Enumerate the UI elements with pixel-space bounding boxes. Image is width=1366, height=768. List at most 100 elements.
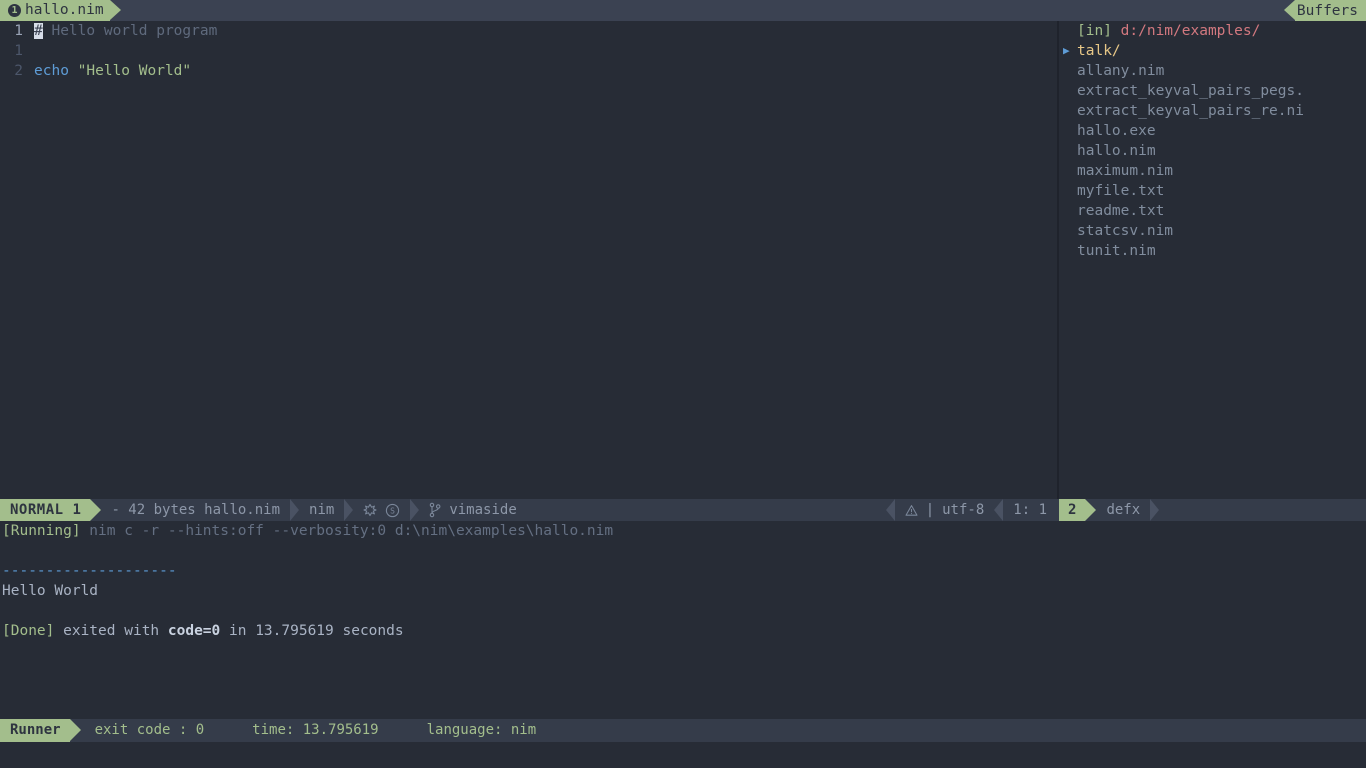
line-number: 1 bbox=[14, 23, 23, 39]
expand-arrow-icon[interactable]: ▶ bbox=[1059, 41, 1077, 61]
git-diff-icon[interactable] bbox=[363, 503, 377, 517]
status-chevron-icon bbox=[410, 499, 420, 521]
git-branch-icon bbox=[429, 502, 441, 518]
status-branch-label: vimaside bbox=[449, 502, 517, 518]
explorer-root-tag: [in] bbox=[1077, 23, 1112, 39]
explorer-item-label: tunit.nim bbox=[1077, 243, 1156, 259]
svg-text:S: S bbox=[390, 506, 395, 515]
explorer-root-path: d:/nim/examples/ bbox=[1120, 23, 1261, 39]
code-token-keyword: echo bbox=[34, 63, 69, 79]
done-tag: [Done] bbox=[2, 623, 55, 639]
spell-check-icon[interactable]: S bbox=[385, 503, 400, 518]
explorer-marker-placeholder: ▶ bbox=[1059, 121, 1077, 141]
code-content: # Hello world program bbox=[34, 21, 217, 41]
runner-exit-code: exit code : 0 bbox=[94, 722, 205, 738]
ide-window: 1 hallo.nim Buffers 1 # Hello world prog… bbox=[0, 0, 1366, 768]
tabline: 1 hallo.nim Buffers bbox=[0, 0, 1366, 21]
code-line[interactable]: 2 echo "Hello World" bbox=[0, 61, 1057, 81]
runner-gap bbox=[389, 719, 417, 742]
warning-icon bbox=[905, 504, 918, 517]
editor-buffer[interactable]: 1 # Hello world program 1 2 echo "Hello … bbox=[0, 21, 1057, 499]
line-number: 2 bbox=[14, 63, 23, 79]
status-mode-chevron-icon bbox=[90, 499, 102, 521]
explorer-item-label: myfile.txt bbox=[1077, 183, 1165, 199]
explorer-item-hallo-nim[interactable]: ▶ hallo.nim bbox=[1059, 141, 1366, 161]
explorer-marker-placeholder: ▶ bbox=[1059, 161, 1077, 181]
status-filetype[interactable]: nim bbox=[299, 499, 344, 521]
sidebar-statusline: 2 defx bbox=[1057, 499, 1366, 521]
status-icons-group[interactable]: S bbox=[353, 499, 410, 521]
explorer-item-tunit-nim[interactable]: ▶ tunit.nim bbox=[1059, 241, 1366, 261]
sidebar-status-chevron-icon bbox=[1085, 499, 1097, 521]
explorer-item-extract-keyval-pairs-re[interactable]: ▶ extract_keyval_pairs_re.ni bbox=[1059, 101, 1366, 121]
buffers-panel-title[interactable]: Buffers bbox=[1294, 0, 1366, 21]
sidebar-status-spacer bbox=[1159, 499, 1366, 521]
terminal-line-done: [Done] exited with code=0 in 13.795619 s… bbox=[0, 621, 1366, 641]
runner-gap bbox=[214, 719, 242, 742]
status-encoding-label: utf-8 bbox=[942, 502, 985, 518]
status-chevron-icon bbox=[290, 499, 300, 521]
tab-number-badge: 1 bbox=[8, 4, 21, 17]
exit-code-value: code=0 bbox=[167, 623, 221, 639]
running-tag: [Running] bbox=[2, 523, 81, 539]
terminal-divider-dashes: -------------------- bbox=[2, 563, 177, 579]
explorer-item-label: extract_keyval_pairs_re.ni bbox=[1077, 103, 1304, 119]
editor-statusline: NORMAL 1 - 42 bytes hallo.nim nim S vima… bbox=[0, 499, 1057, 521]
explorer-item-label: hallo.nim bbox=[1077, 143, 1156, 159]
runner-label[interactable]: Runner bbox=[0, 719, 70, 742]
explorer-root-row: ▶ [in] d:/nim/examples/ bbox=[1059, 21, 1366, 41]
status-git-branch[interactable]: vimaside bbox=[419, 499, 526, 521]
explorer-marker-placeholder: ▶ bbox=[1059, 201, 1077, 221]
terminal-line-divider: -------------------- bbox=[0, 561, 1366, 581]
explorer-item-label: hallo.exe bbox=[1077, 123, 1156, 139]
running-command: nim c -r --hints:off --verbosity:0 d:\ni… bbox=[80, 523, 614, 539]
code-token-string: "Hello World" bbox=[77, 63, 192, 79]
bottom-filler bbox=[0, 742, 1366, 768]
status-chevron-icon bbox=[344, 499, 354, 521]
status-chevron-icon bbox=[885, 499, 895, 521]
line-number: 1 bbox=[14, 43, 23, 59]
program-output: Hello World bbox=[2, 583, 99, 599]
explorer-item-talk[interactable]: ▶ talk/ bbox=[1059, 41, 1366, 61]
status-chevron-icon bbox=[994, 499, 1004, 521]
runner-statusbar: Runner exit code : 0 time: 13.795619 lan… bbox=[0, 719, 1366, 742]
explorer-item-label: readme.txt bbox=[1077, 203, 1165, 219]
explorer-item-allany-nim[interactable]: ▶ allany.nim bbox=[1059, 61, 1366, 81]
explorer-item-extract-keyval-pairs-pegs[interactable]: ▶ extract_keyval_pairs_pegs. bbox=[1059, 81, 1366, 101]
status-file-info: - 42 bytes hallo.nim bbox=[111, 502, 281, 518]
status-spacer bbox=[527, 499, 886, 521]
tab-hallo-nim[interactable]: 1 hallo.nim bbox=[0, 0, 110, 21]
code-content: echo "Hello World" bbox=[34, 61, 191, 81]
sidebar-status-chevron-icon bbox=[1150, 499, 1160, 521]
sidebar-status-label: defx bbox=[1106, 502, 1141, 518]
explorer-item-readme-txt[interactable]: ▶ readme.txt bbox=[1059, 201, 1366, 221]
explorer-marker-placeholder: ▶ bbox=[1059, 61, 1077, 81]
explorer-item-myfile-txt[interactable]: ▶ myfile.txt bbox=[1059, 181, 1366, 201]
code-line[interactable]: 1 # Hello world program bbox=[0, 21, 1057, 41]
explorer-item-statcsv-nim[interactable]: ▶ statcsv.nim bbox=[1059, 221, 1366, 241]
status-mode-indicator[interactable]: NORMAL 1 bbox=[0, 499, 91, 521]
buffers-chevron-icon bbox=[1283, 0, 1295, 20]
explorer-item-maximum-nim[interactable]: ▶ maximum.nim bbox=[1059, 161, 1366, 181]
runner-language: language: nim bbox=[426, 722, 537, 738]
tab-chevron-icon bbox=[109, 0, 121, 20]
status-encoding-group[interactable]: | utf-8 bbox=[895, 499, 995, 521]
done-suffix: in 13.795619 seconds bbox=[220, 623, 404, 639]
explorer-marker-placeholder: ▶ bbox=[1059, 81, 1077, 101]
file-explorer-panel[interactable]: ▶ [in] d:/nim/examples/ ▶ talk/ ▶ allany… bbox=[1059, 21, 1366, 499]
explorer-item-hallo-exe[interactable]: ▶ hallo.exe bbox=[1059, 121, 1366, 141]
tabline-filler bbox=[121, 0, 1284, 21]
status-cursor-position: 1: 1 bbox=[1013, 502, 1047, 518]
explorer-item-label: maximum.nim bbox=[1077, 163, 1174, 179]
terminal-output-panel[interactable]: [Running] nim c -r --hints:off --verbosi… bbox=[0, 521, 1366, 719]
terminal-line-running: [Running] nim c -r --hints:off --verbosi… bbox=[0, 521, 1366, 541]
explorer-marker-placeholder: ▶ bbox=[1059, 221, 1077, 241]
tab-label: hallo.nim bbox=[25, 2, 104, 18]
explorer-item-label: talk/ bbox=[1077, 43, 1121, 59]
code-line[interactable]: 1 bbox=[0, 41, 1057, 61]
sidebar-window-number[interactable]: 2 bbox=[1059, 499, 1086, 521]
explorer-marker-placeholder: ▶ bbox=[1059, 21, 1077, 41]
